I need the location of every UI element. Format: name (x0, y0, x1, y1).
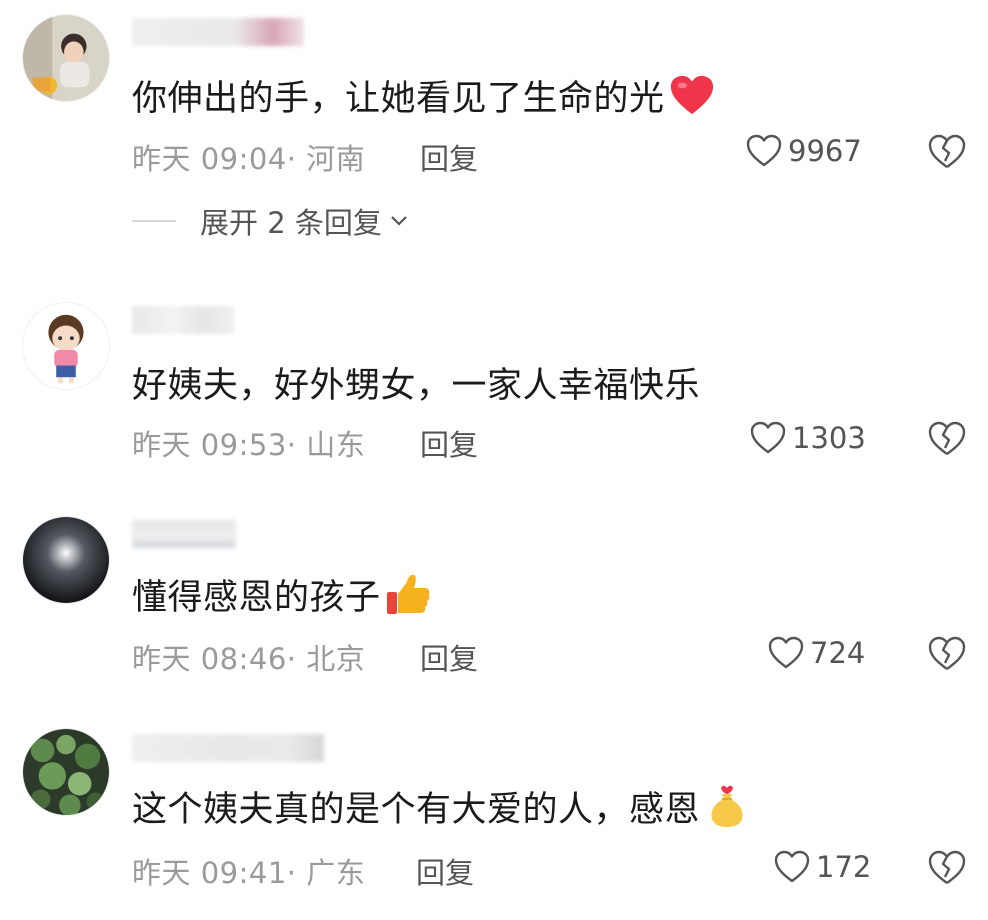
expand-replies-button[interactable]: 展开 2 条回复 (132, 200, 408, 242)
broken-heart-icon (928, 134, 966, 168)
comment-text: 你伸出的手，让她看见了生命的光 (132, 70, 715, 120)
avatar-dark-light (23, 517, 109, 603)
like-count: 9967 (788, 134, 862, 168)
dislike-button[interactable] (928, 636, 966, 672)
money-bag-icon (704, 784, 750, 828)
avatar-green-leaves (23, 729, 109, 815)
comment-location: 山东 (306, 428, 366, 462)
user-avatar[interactable] (22, 14, 110, 102)
comment-meta: 昨天 08:46· 北京 (132, 636, 365, 678)
comment-meta: 昨天 09:04· 河南 (132, 136, 365, 178)
like-button[interactable]: 1303 (750, 421, 866, 455)
expand-label: 展开 2 条回复 (200, 206, 382, 240)
username-blurred[interactable] (132, 734, 324, 762)
broken-heart-icon (928, 636, 966, 670)
user-avatar[interactable] (22, 728, 110, 816)
heart-outline-icon (746, 134, 782, 167)
like-button[interactable]: 9967 (746, 134, 862, 168)
comment-text: 这个姨夫真的是个有大爱的人，感恩 (132, 781, 750, 831)
meta-separator: · (286, 856, 307, 890)
broken-heart-icon (928, 421, 966, 455)
meta-separator: · (286, 142, 307, 176)
thumbs-up-icon (385, 572, 431, 616)
like-button[interactable]: 172 (774, 850, 871, 884)
red-heart-icon (669, 73, 715, 117)
user-avatar[interactable] (22, 302, 110, 390)
like-count: 724 (810, 636, 866, 670)
comment-time: 昨天 09:53 (132, 428, 287, 462)
avatar-cartoon-girl (23, 303, 109, 389)
reply-button[interactable]: 回复 (416, 850, 474, 892)
heart-outline-icon (750, 421, 786, 454)
comment-text: 好姨夫，好外甥女，一家人幸福快乐 (132, 357, 700, 407)
comment-text: 懂得感恩的孩子 (132, 569, 431, 619)
comment-text-content: 这个姨夫真的是个有大爱的人，感恩 (132, 789, 701, 830)
chevron-down-icon (391, 216, 407, 226)
username-blurred[interactable] (132, 520, 236, 548)
comment-text-content: 你伸出的手，让她看见了生命的光 (132, 78, 665, 119)
comment-meta: 昨天 09:53· 山东 (132, 422, 365, 464)
reply-button[interactable]: 回复 (420, 136, 478, 178)
meta-separator: · (286, 642, 307, 676)
dislike-button[interactable] (928, 134, 966, 170)
comment-time: 昨天 08:46 (132, 642, 287, 676)
comment-time: 昨天 09:04 (132, 142, 287, 176)
username-blurred[interactable] (132, 306, 234, 334)
comment-text-content: 懂得感恩的孩子 (132, 577, 381, 618)
broken-heart-icon (928, 850, 966, 884)
expand-divider (132, 220, 176, 222)
like-count: 172 (816, 850, 872, 884)
comment-meta: 昨天 09:41· 广东 (132, 850, 365, 892)
heart-outline-icon (768, 636, 804, 669)
like-count: 1303 (792, 421, 866, 455)
like-button[interactable]: 724 (768, 636, 865, 670)
username-blurred[interactable] (132, 18, 304, 46)
dislike-button[interactable] (928, 850, 966, 886)
comment-time: 昨天 09:41 (132, 856, 287, 890)
comment-location: 广东 (306, 856, 366, 890)
comment-location: 北京 (306, 642, 366, 676)
reply-button[interactable]: 回复 (420, 422, 478, 464)
comment-text-content: 好姨夫，好外甥女，一家人幸福快乐 (132, 365, 701, 406)
reply-button[interactable]: 回复 (420, 636, 478, 678)
avatar-photo-child (23, 15, 109, 101)
user-avatar[interactable] (22, 516, 110, 604)
heart-outline-icon (774, 850, 810, 883)
dislike-button[interactable] (928, 421, 966, 457)
meta-separator: · (286, 428, 307, 462)
comment-location: 河南 (306, 142, 366, 176)
